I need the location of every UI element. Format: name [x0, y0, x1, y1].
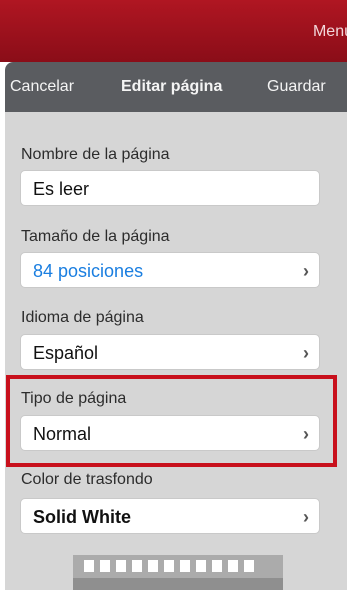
background-color-value: Solid White [33, 507, 131, 527]
preview-dot [132, 560, 142, 572]
preview-dot [244, 560, 254, 572]
preview-dot [84, 560, 94, 572]
preview-dot [116, 560, 126, 572]
background-color-label: Color de trasfondo [21, 471, 153, 488]
page-language-value: Español [33, 343, 99, 363]
preview-dot [148, 560, 158, 572]
menu-button[interactable]: Menú [313, 23, 347, 41]
page-language-label: Idioma de página [21, 309, 144, 326]
page-name-value: Es leer [33, 179, 90, 199]
preview-dot [196, 560, 206, 572]
preview-dots [84, 560, 254, 572]
preview-dot [212, 560, 222, 572]
preview-bar [73, 578, 283, 590]
panel-navbar: Cancelar Editar página Guardar [5, 62, 347, 112]
page-name-field[interactable]: Es leer [20, 170, 320, 206]
chevron-right-icon: › [303, 261, 309, 281]
panel-title: Editar página [121, 78, 223, 95]
save-button[interactable]: Guardar [267, 78, 326, 96]
background-color-selector[interactable]: Solid White › [20, 498, 320, 534]
chevron-right-icon: › [303, 343, 309, 363]
preview-dot [164, 560, 174, 572]
cancel-button[interactable]: Cancelar [10, 78, 74, 96]
chevron-right-icon: › [303, 507, 309, 527]
page-preview-thumbnail [73, 555, 283, 590]
preview-dot [180, 560, 190, 572]
app-header: Menú [0, 0, 347, 62]
page-size-value: 84 posiciones [33, 261, 144, 281]
preview-dot [228, 560, 238, 572]
page-size-label: Tamaño de la página [21, 228, 170, 245]
page-name-label: Nombre de la página [21, 146, 170, 163]
page-size-selector[interactable]: 84 posiciones › [20, 252, 320, 288]
preview-dot [100, 560, 110, 572]
page-type-highlight-box [6, 375, 337, 467]
page-language-selector[interactable]: Español › [20, 334, 320, 370]
